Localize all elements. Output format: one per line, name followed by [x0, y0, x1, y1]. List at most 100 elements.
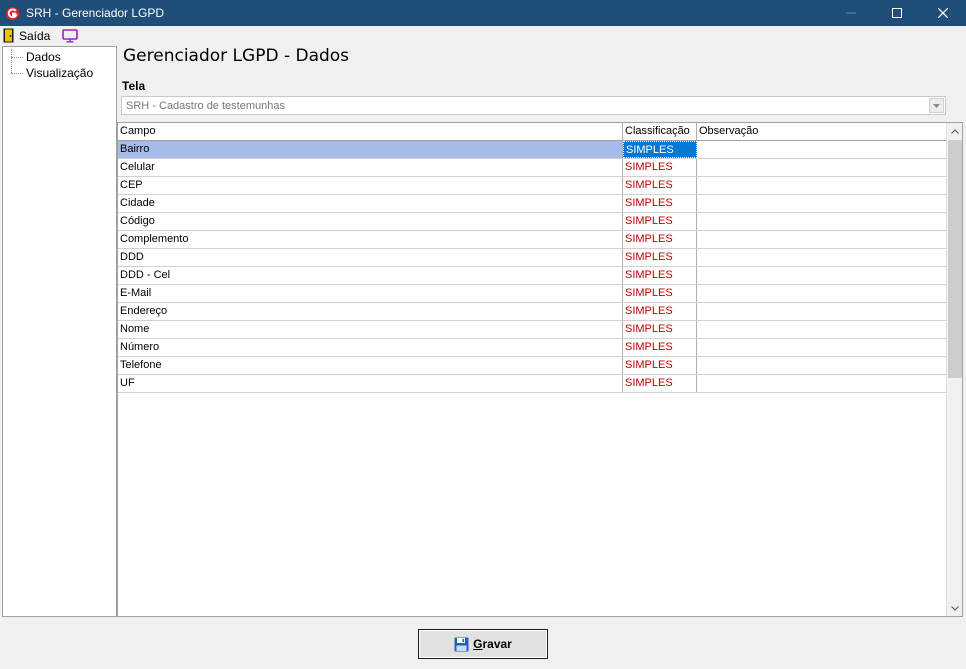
- table-row[interactable]: Complemento SIMPLES: [118, 231, 947, 249]
- cell-observacao[interactable]: [697, 321, 947, 338]
- scroll-up-button[interactable]: [947, 123, 963, 139]
- cell-observacao[interactable]: [697, 249, 947, 266]
- cell-campo[interactable]: Número: [118, 339, 623, 356]
- column-header-observacao[interactable]: Observação: [697, 123, 947, 141]
- screen-select-dropdown-button[interactable]: [929, 98, 944, 113]
- cell-classificacao[interactable]: SIMPLES: [623, 141, 697, 158]
- column-header-classificacao[interactable]: Classificação: [623, 123, 697, 141]
- cell-campo[interactable]: Código: [118, 213, 623, 230]
- cell-classificacao[interactable]: SIMPLES: [623, 339, 697, 356]
- tree-item-label: Dados: [26, 50, 61, 64]
- exit-menu-item[interactable]: Saída: [0, 26, 50, 45]
- table-row[interactable]: Endereço SIMPLES: [118, 303, 947, 321]
- tree-item-dados[interactable]: Dados: [11, 49, 61, 65]
- screen-select-value: SRH - Cadastro de testemunhas: [126, 99, 285, 112]
- cell-observacao[interactable]: [697, 159, 947, 176]
- minimize-icon: [846, 12, 856, 14]
- table-row[interactable]: UF SIMPLES: [118, 375, 947, 393]
- table-row[interactable]: Nome SIMPLES: [118, 321, 947, 339]
- table-row[interactable]: Celular SIMPLES: [118, 159, 947, 177]
- cell-classificacao[interactable]: SIMPLES: [623, 195, 697, 212]
- column-header-campo[interactable]: Campo: [118, 123, 623, 141]
- menu-bar: Saída: [0, 26, 966, 45]
- floppy-disk-icon: [454, 637, 469, 651]
- cell-classificacao[interactable]: SIMPLES: [623, 267, 697, 284]
- cell-classificacao[interactable]: SIMPLES: [623, 285, 697, 302]
- cell-classificacao[interactable]: SIMPLES: [623, 321, 697, 338]
- door-exit-icon: [3, 28, 14, 43]
- screen-field-label: Tela: [122, 79, 146, 93]
- cell-campo[interactable]: Bairro: [118, 141, 623, 158]
- scroll-down-button[interactable]: [947, 600, 963, 616]
- cell-observacao[interactable]: [697, 357, 947, 374]
- cell-campo[interactable]: E-Mail: [118, 285, 623, 302]
- cell-observacao[interactable]: [697, 303, 947, 320]
- cell-classificacao[interactable]: SIMPLES: [623, 231, 697, 248]
- table-row[interactable]: Código SIMPLES: [118, 213, 947, 231]
- window-controls: [828, 0, 966, 26]
- fields-grid[interactable]: Campo Classificação Observação Bairro SIM…: [117, 122, 963, 617]
- grid-header: Campo Classificação Observação: [118, 123, 947, 141]
- screen-select[interactable]: SRH - Cadastro de testemunhas: [121, 96, 946, 115]
- chevron-down-icon: [933, 103, 940, 108]
- cell-campo[interactable]: DDD - Cel: [118, 267, 623, 284]
- cell-observacao[interactable]: [697, 375, 947, 392]
- table-row[interactable]: DDD SIMPLES: [118, 249, 947, 267]
- cell-observacao[interactable]: [697, 177, 947, 194]
- grid-vertical-scrollbar[interactable]: [946, 123, 962, 616]
- close-button[interactable]: [920, 0, 966, 26]
- monitor-icon: [62, 28, 79, 43]
- cell-observacao[interactable]: [697, 213, 947, 230]
- cell-campo[interactable]: Endereço: [118, 303, 623, 320]
- page-title: Gerenciador LGPD - Dados: [123, 46, 350, 66]
- cell-campo[interactable]: Celular: [118, 159, 623, 176]
- cell-classificacao[interactable]: SIMPLES: [623, 213, 697, 230]
- maximize-button[interactable]: [874, 0, 920, 26]
- close-icon: [938, 8, 948, 18]
- app-logo-icon: [5, 6, 20, 20]
- cell-campo[interactable]: Telefone: [118, 357, 623, 374]
- table-row[interactable]: E-Mail SIMPLES: [118, 285, 947, 303]
- cell-observacao[interactable]: [697, 195, 947, 212]
- exit-menu-label: Saída: [19, 28, 51, 43]
- cell-campo[interactable]: Complemento: [118, 231, 623, 248]
- cell-classificacao[interactable]: SIMPLES: [623, 159, 697, 176]
- monitor-button[interactable]: [62, 28, 79, 43]
- cell-observacao[interactable]: [697, 141, 947, 158]
- cell-observacao[interactable]: [697, 339, 947, 356]
- cell-observacao[interactable]: [697, 231, 947, 248]
- table-row[interactable]: CEP SIMPLES: [118, 177, 947, 195]
- grid-body: Bairro SIMPLES Celular SIMPLES CEP SIMPLES Cid…: [118, 141, 947, 393]
- title-bar: SRH - Gerenciador LGPD: [0, 0, 966, 26]
- cell-observacao[interactable]: [697, 267, 947, 284]
- maximize-icon: [892, 8, 902, 18]
- cell-campo[interactable]: Nome: [118, 321, 623, 338]
- table-row[interactable]: Telefone SIMPLES: [118, 357, 947, 375]
- tree-branch-line: [11, 72, 23, 74]
- cell-classificacao[interactable]: SIMPLES: [623, 357, 697, 374]
- save-button-label-rest: ravar: [482, 637, 512, 651]
- window-title: SRH - Gerenciador LGPD: [26, 6, 165, 20]
- cell-classificacao[interactable]: SIMPLES: [623, 249, 697, 266]
- cell-campo[interactable]: UF: [118, 375, 623, 392]
- cell-classificacao[interactable]: SIMPLES: [623, 303, 697, 320]
- chevron-up-icon: [951, 128, 959, 134]
- cell-classificacao[interactable]: SIMPLES: [623, 375, 697, 392]
- tree-item-visualizacao[interactable]: Visualização: [11, 65, 93, 81]
- tree-item-label: Visualização: [26, 66, 94, 80]
- table-row[interactable]: Cidade SIMPLES: [118, 195, 947, 213]
- cell-observacao[interactable]: [697, 285, 947, 302]
- save-button[interactable]: Gravar: [418, 629, 548, 659]
- cell-campo[interactable]: Cidade: [118, 195, 623, 212]
- scroll-thumb[interactable]: [948, 140, 962, 378]
- cell-campo[interactable]: DDD: [118, 249, 623, 266]
- minimize-button[interactable]: [828, 0, 874, 26]
- navigation-tree[interactable]: Dados Visualização: [2, 46, 117, 617]
- table-row[interactable]: DDD - Cel SIMPLES: [118, 267, 947, 285]
- save-button-label: Gravar: [473, 637, 512, 651]
- table-row[interactable]: Bairro SIMPLES: [118, 141, 947, 159]
- cell-campo[interactable]: CEP: [118, 177, 623, 194]
- tree-branch-line: [11, 56, 23, 58]
- cell-classificacao[interactable]: SIMPLES: [623, 177, 697, 194]
- table-row[interactable]: Número SIMPLES: [118, 339, 947, 357]
